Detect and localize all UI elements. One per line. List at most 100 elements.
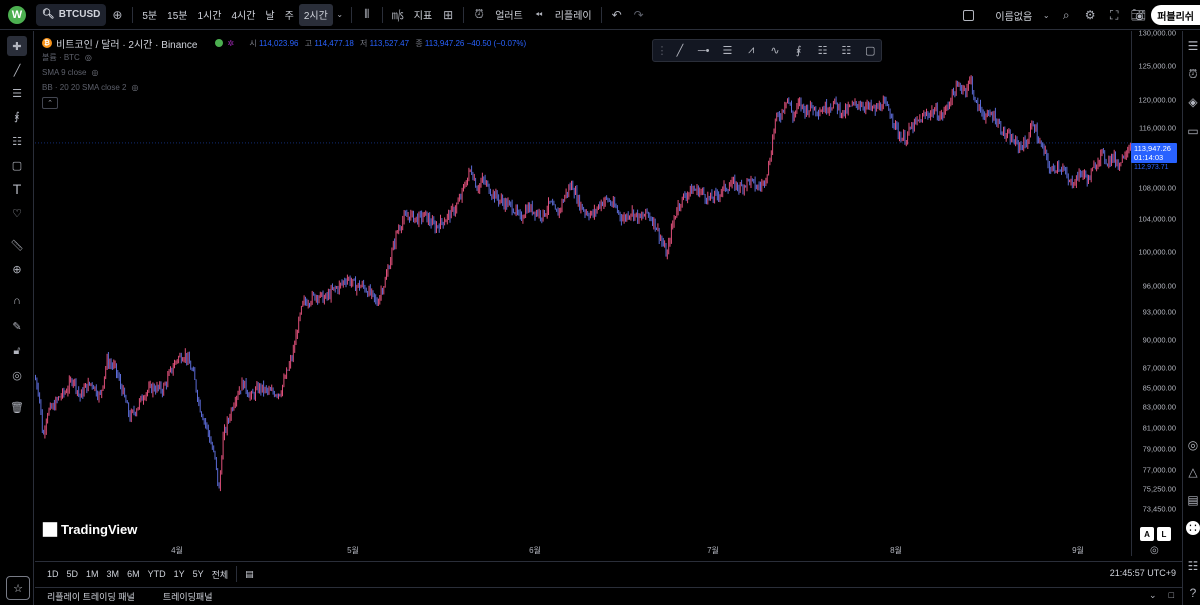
elliott-wave-icon[interactable]: ∿ — [764, 42, 786, 60]
interval-5m[interactable]: 5분 — [137, 4, 162, 26]
xabcd-pattern-icon[interactable]: ⨘ — [788, 42, 810, 60]
symbol-search-button[interactable]: 🔍︎ BTCUSD — [36, 3, 107, 26]
auto-scale-button[interactable]: A — [1140, 527, 1154, 541]
templates-grid-icon[interactable]: ⊞ — [437, 4, 459, 26]
zoom-in-icon[interactable]: ⊕ — [7, 259, 27, 279]
range-6m[interactable]: 6M — [123, 569, 144, 579]
interval-1d[interactable]: 날 — [260, 4, 279, 26]
chevron-down-icon[interactable]: ⌄ — [1149, 590, 1157, 601]
price-axis[interactable]: 130,000.00 125,000.00 120,000.00 116,000.00… — [1131, 29, 1182, 556]
goto-date-icon[interactable]: ▤ — [241, 569, 258, 580]
maximize-icon[interactable]: □ — [1169, 590, 1174, 601]
pitchfork-icon[interactable]: ⩘ — [740, 42, 762, 60]
indicators-button[interactable]: 지표 — [409, 4, 437, 26]
interval-15m[interactable]: 15분 — [162, 4, 192, 26]
quick-search-icon[interactable]: ⌕ — [1055, 4, 1077, 26]
magnet-icon[interactable]: ∩ — [7, 291, 27, 311]
trend-line-icon[interactable]: ╱ — [669, 42, 691, 60]
price-chart[interactable] — [35, 31, 1131, 556]
ruler-icon[interactable]: 📏︎ — [7, 235, 27, 255]
gear-icon[interactable]: ⚙ — [1079, 4, 1101, 26]
layout-sync-checkbox[interactable] — [963, 9, 975, 21]
log-scale-button[interactable]: L — [1157, 527, 1171, 541]
replay-rewind-icon[interactable]: ⏪︎ — [528, 4, 550, 26]
heart-icon[interactable]: ♡ — [7, 203, 27, 223]
range-ytd[interactable]: YTD — [144, 569, 170, 579]
right-sidebar: ☰ ⏰︎ ◈ ▭ ◎ △ ▤ ∷ ☷ ? — [1182, 31, 1200, 605]
eye-off-icon[interactable]: ◎ — [91, 68, 98, 77]
layout-name-button[interactable]: 이름없음 — [990, 4, 1037, 26]
interval-4h[interactable]: 4시간 — [226, 4, 260, 26]
rectangle-icon[interactable]: ▢ — [7, 155, 27, 175]
alerts-button[interactable]: 얼러트 — [490, 4, 528, 26]
market-open-icon — [215, 39, 224, 47]
parallel-channel-icon[interactable]: ☰ — [717, 42, 739, 60]
trash-icon[interactable]: 🗑︎ — [7, 397, 27, 417]
pattern-icon[interactable]: ⨘ — [7, 106, 27, 126]
redo-icon[interactable]: ↷ — [628, 4, 650, 26]
gann-box-icon[interactable]: ☷ — [835, 42, 857, 60]
fib-retracement-icon[interactable]: ☰ — [7, 83, 27, 103]
calendar-icon[interactable]: ▤ — [1186, 493, 1200, 507]
range-3m[interactable]: 3M — [103, 569, 124, 579]
visibility-eye-icon[interactable]: ◎ — [7, 365, 27, 385]
interval-1w[interactable]: 주 — [280, 4, 299, 26]
range-5y[interactable]: 5Y — [189, 569, 208, 579]
bottom-panel-tabs: 리플레이 트레이딩 패널 트레이딩패널 ⌄ □ — [35, 587, 1182, 605]
legend-volume[interactable]: 볼륨 · BTC ◎ — [42, 50, 530, 65]
range-all[interactable]: 전체 — [208, 568, 233, 581]
fullscreen-icon[interactable]: ⛶ — [1103, 4, 1125, 26]
lock-icon[interactable]: 🔓︎ — [7, 341, 27, 361]
pencil-lock-icon[interactable]: ✎ — [7, 316, 27, 336]
layers-icon[interactable]: ◈ — [1186, 95, 1200, 109]
crosshair-icon[interactable]: ✚ — [7, 36, 27, 56]
chevron-down-icon[interactable]: ⌄ — [333, 4, 347, 26]
ideas-icon[interactable]: △ — [1186, 465, 1200, 479]
tab-replay-trading-panel[interactable]: 리플레이 트레이딩 패널 — [47, 590, 135, 603]
alarm-clock-icon[interactable]: ⏰︎ — [468, 4, 490, 26]
indicators-icon[interactable]: ㎧ — [387, 4, 409, 26]
eye-off-icon[interactable]: ◎ — [85, 53, 92, 62]
tradingview-logo[interactable]: ⬛︎ TradingView — [43, 521, 137, 538]
legend-title[interactable]: 비트코인 / 달러 · 2시간 · Binance — [56, 36, 197, 51]
interval-1h[interactable]: 1시간 — [192, 4, 226, 26]
time-tick-label: 8월 — [890, 546, 902, 555]
undo-icon[interactable]: ↶ — [606, 4, 628, 26]
watchlist-star-icon[interactable]: ☆ — [6, 576, 30, 600]
legend-bb[interactable]: BB · 20 20 SMA close 2 ◎ — [42, 80, 530, 95]
publish-button[interactable]: 퍼블리쉬 — [1151, 5, 1200, 25]
drag-handle-icon[interactable]: ⋮ — [657, 42, 668, 60]
watchlist-icon[interactable]: ☰ — [1186, 39, 1200, 53]
alarm-icon[interactable]: ⏰︎ — [1186, 67, 1200, 81]
user-avatar[interactable]: W — [8, 5, 26, 24]
replay-button[interactable]: 리플레이 — [550, 4, 597, 26]
target-icon[interactable]: ◎ — [1186, 438, 1200, 452]
apps-grid-icon[interactable]: ∷ — [1186, 521, 1200, 535]
legend-sma[interactable]: SMA 9 close ◎ — [42, 65, 530, 80]
feed-icon[interactable]: ☷ — [1186, 559, 1200, 573]
range-1d[interactable]: 1D — [43, 569, 63, 579]
compare-symbol-icon[interactable]: ⊕ — [106, 4, 128, 26]
share-icon[interactable]: ✲ — [227, 39, 235, 48]
chevron-up-icon[interactable]: ⌃ — [42, 97, 58, 109]
text-tool-icon[interactable]: T — [7, 179, 27, 199]
candle-type-icon[interactable]: ⫴ — [356, 4, 378, 26]
tab-trading-panel[interactable]: 트레이딩패널 — [163, 590, 213, 603]
range-5d[interactable]: 5D — [63, 569, 83, 579]
trend-line-icon[interactable]: ╱ — [7, 60, 27, 80]
time-axis[interactable]: 4월 5월 6월 7월 8월 9월 — [35, 541, 1131, 561]
chat-icon[interactable]: ▭ — [1186, 124, 1200, 138]
clock-timezone[interactable]: 21:45:57 UTC+9 — [1110, 568, 1176, 578]
rectangle-icon[interactable]: ▢ — [859, 42, 881, 60]
chevron-down-icon[interactable]: ⌄ — [1039, 4, 1053, 26]
range-1y[interactable]: 1Y — [170, 569, 189, 579]
help-icon[interactable]: ? — [1186, 586, 1200, 600]
interval-2h[interactable]: 2시간 — [298, 3, 333, 26]
projection-icon[interactable]: ☷ — [7, 131, 27, 151]
horizontal-ray-icon[interactable]: ─• — [693, 42, 715, 60]
camera-icon[interactable]: 📷︎ — [1127, 4, 1149, 26]
range-1m[interactable]: 1M — [82, 569, 103, 579]
eye-off-icon[interactable]: ◎ — [132, 83, 139, 92]
axis-settings-icon[interactable]: ◎ — [1150, 545, 1159, 556]
fib-channel-icon[interactable]: ☷ — [812, 42, 834, 60]
